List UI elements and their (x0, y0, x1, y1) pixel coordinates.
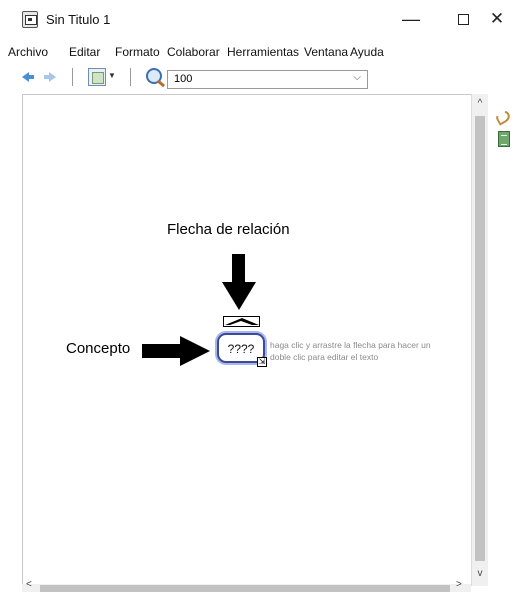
horizontal-scroll-thumb[interactable] (40, 585, 450, 592)
chevron-down-icon: ⌵ (353, 72, 361, 83)
right-side-panel (488, 94, 514, 592)
menu-bar: Archivo Editar Formato Colaborar Herrami… (0, 40, 514, 62)
toolbar-separator (130, 68, 131, 86)
resize-handle-icon[interactable]: ⇲ (257, 357, 267, 367)
menu-archivo[interactable]: Archivo (8, 45, 48, 59)
concept-label: Concepto (66, 340, 131, 357)
scroll-left-icon[interactable]: < (26, 579, 32, 590)
view-dropdown-chevron-icon[interactable]: ▼ (108, 71, 116, 80)
zoom-value: 100 (174, 73, 193, 85)
scroll-right-icon[interactable]: > (456, 579, 462, 590)
hint-text: haga clic y arrastre la flecha para hace… (270, 339, 470, 363)
menu-colaborar[interactable]: Colaborar (167, 45, 220, 59)
menu-ventana[interactable]: Ventana (304, 45, 348, 59)
view-icon[interactable] (88, 68, 106, 86)
menu-ayuda[interactable]: Ayuda (350, 45, 384, 59)
relation-arrow-label: Flecha de relación (167, 221, 290, 238)
close-button[interactable]: ✕ (482, 6, 512, 32)
toolbar: ▼ 100 ⌵ (0, 62, 514, 153)
notes-icon[interactable] (498, 131, 510, 147)
horizontal-scrollbar[interactable]: < > (22, 579, 471, 592)
scroll-down-icon[interactable]: v (472, 568, 488, 579)
window-title: Sin Titulo 1 (46, 12, 111, 27)
hint-line-1: haga clic y arrastre la flecha para hace… (270, 340, 431, 350)
down-arrow-icon (222, 254, 256, 312)
zoom-icon[interactable] (146, 68, 162, 84)
relation-handle[interactable] (223, 316, 260, 327)
forward-arrow-icon[interactable] (44, 72, 56, 82)
app-icon (22, 11, 38, 28)
vertical-scrollbar[interactable]: ^ v (471, 94, 488, 586)
back-arrow-icon[interactable] (22, 72, 34, 82)
title-bar: Sin Titulo 1 — ✕ (0, 0, 514, 40)
vertical-scroll-thumb[interactable] (475, 116, 485, 561)
link-icon[interactable] (496, 108, 510, 122)
scroll-up-icon[interactable]: ^ (472, 98, 488, 109)
menu-herramientas[interactable]: Herramientas (227, 45, 299, 59)
maximize-button[interactable] (448, 6, 478, 32)
maximize-icon (457, 14, 469, 25)
menu-editar[interactable]: Editar (69, 45, 100, 59)
menu-formato[interactable]: Formato (115, 45, 160, 59)
toolbar-separator (72, 68, 73, 86)
zoom-select[interactable]: 100 ⌵ (167, 70, 368, 89)
hint-line-2: doble clic para editar el texto (270, 352, 379, 362)
right-arrow-icon (142, 336, 212, 366)
minimize-button[interactable]: — (396, 6, 426, 32)
